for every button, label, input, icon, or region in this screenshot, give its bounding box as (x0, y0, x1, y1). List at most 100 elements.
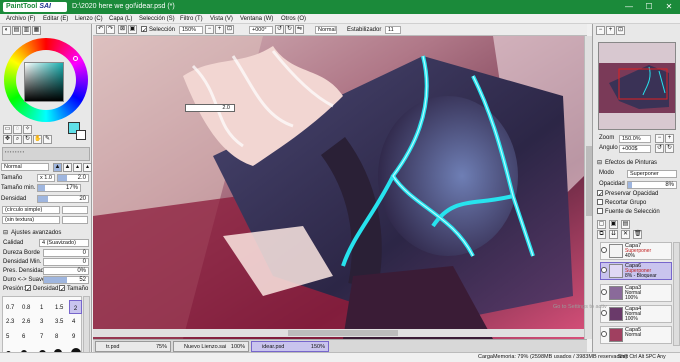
maximize-button[interactable]: ☐ (640, 0, 658, 14)
eye-icon[interactable] (601, 267, 607, 273)
tamano-slider[interactable]: 2.0 (57, 174, 89, 182)
palette-tab[interactable]: ▦ (32, 26, 41, 35)
texture-strength-slider[interactable] (62, 216, 88, 224)
nav-zoom-out-icon[interactable]: − (655, 134, 664, 143)
navigator-preview[interactable] (598, 42, 676, 130)
new-vector-layer-icon[interactable]: ▣ (609, 220, 618, 229)
preserve-opacity-checkbox[interactable]: ✓ Preservar Opacidad (597, 190, 679, 199)
tab-idear[interactable]: idear.psd 150% (251, 341, 329, 352)
nav-rotate-right-icon[interactable]: ↻ (665, 144, 674, 153)
size-cell[interactable]: 0.7 (6, 305, 14, 311)
rgb-tab[interactable]: ▤ (12, 26, 21, 35)
size-cell[interactable]: 7 (40, 334, 43, 340)
vertical-scrollbar[interactable] (584, 36, 592, 339)
zoom-in-icon[interactable]: + (215, 25, 224, 34)
size-cell[interactable]: 8 (55, 334, 58, 340)
eye-icon[interactable] (601, 289, 607, 295)
navigator-fit-icon[interactable]: ⊡ (616, 26, 625, 35)
delete-layer-icon[interactable]: 🗑 (633, 230, 642, 239)
size-cell[interactable]: 2.3 (6, 319, 14, 325)
nav-zoom-in-icon[interactable]: + (665, 134, 674, 143)
magic-wand-icon[interactable]: ✧ (23, 125, 32, 134)
zoom-out-icon[interactable]: − (205, 25, 214, 34)
eye-icon[interactable] (601, 247, 607, 253)
brush-tool-grid[interactable]: ▪ ▪ ▪ ▪ ▪ ▪ ▪ ▪ (2, 147, 90, 161)
brush-shape-flat-icon[interactable]: ▲ (53, 163, 62, 172)
menu-lienzo[interactable]: Lienzo (C) (75, 14, 103, 24)
hue-picker-handle[interactable] (73, 56, 78, 61)
layer-item-selected[interactable]: Capa6 Superponer 8% - Bloquear (600, 262, 672, 280)
menu-vista[interactable]: Vista (V) (210, 14, 233, 24)
invert-selection-icon[interactable]: ▣ (128, 25, 137, 34)
brush-shape-fine-icon[interactable]: ▴ (83, 163, 92, 172)
flip-icon[interactable]: ⇋ (295, 25, 304, 34)
menu-archivo[interactable]: Archivo (F) (6, 14, 35, 24)
select-rect-icon[interactable]: ▭ (3, 125, 12, 134)
lasso-icon[interactable]: ◌ (13, 125, 22, 134)
rotate-right-icon[interactable]: ↻ (285, 25, 294, 34)
layer-list-scrollbar[interactable] (673, 242, 680, 346)
move-icon[interactable]: ✥ (3, 135, 12, 144)
layer-item[interactable]: Capa5 Normal (600, 326, 672, 344)
size-cell[interactable]: 6 (22, 334, 25, 340)
effects-header[interactable]: ⊟ Efectos de Pinturas (597, 159, 679, 168)
brush-shape-round-icon[interactable]: ▲ (63, 163, 72, 172)
color-wheel-tab[interactable]: ◐ (2, 26, 11, 35)
presion-densidad-checkbox[interactable]: ✓ Densidad (25, 285, 58, 294)
size-grid-scrollbar[interactable] (83, 296, 90, 360)
size-cell[interactable]: 3.5 (55, 319, 63, 325)
layer-item[interactable]: Capa4 Normal 100% (600, 305, 672, 323)
horizontal-scrollbar[interactable] (93, 329, 584, 337)
zoom-icon[interactable]: ⌕ (13, 135, 22, 144)
rotate-left-icon[interactable]: ↺ (275, 25, 284, 34)
new-folder-icon[interactable]: ▤ (621, 220, 630, 229)
size-cell[interactable]: 4 (72, 319, 75, 325)
presion-tamano-checkbox[interactable]: ✓ Tamaño (59, 285, 88, 294)
selection-toggle[interactable]: ✓ Selección (141, 26, 175, 34)
eyedropper-icon[interactable]: ✎ (43, 135, 52, 144)
rotation-select[interactable]: +000° (249, 26, 273, 34)
navigator-zoom-field[interactable]: 150.0% (619, 135, 651, 143)
clear-layer-icon[interactable]: ✕ (621, 230, 630, 239)
drawing-canvas[interactable]: 2.0 (93, 36, 584, 339)
view-mode-select[interactable]: Normal (315, 26, 337, 34)
size-cell[interactable]: 1.5 (55, 305, 63, 311)
merge-layer-icon[interactable]: ⇊ (609, 230, 618, 239)
menu-filtro[interactable]: Filtro (T) (180, 14, 203, 24)
zoom-reset-icon[interactable]: ⊡ (225, 25, 234, 34)
stabilizer-select[interactable]: 11 (385, 26, 401, 34)
navigator-angle-field[interactable]: +000$ (619, 145, 651, 153)
nav-rotate-left-icon[interactable]: ↺ (655, 144, 664, 153)
menu-ventana[interactable]: Ventana (W) (240, 14, 273, 24)
size-cell[interactable]: 9 (72, 334, 75, 340)
menu-capa[interactable]: Capa (L) (109, 14, 132, 24)
calidad-select[interactable]: 4 (Suavizado) (39, 239, 89, 247)
layer-mode-select[interactable]: Superponer (627, 170, 677, 178)
shape-strength-slider[interactable] (62, 206, 88, 214)
eye-icon[interactable] (601, 310, 607, 316)
copy-layer-icon[interactable]: ⧉ (597, 230, 606, 239)
navigator-zoom-in-icon[interactable]: + (606, 26, 615, 35)
size-cell[interactable]: 3 (40, 319, 43, 325)
horizontal-scroll-thumb[interactable] (288, 330, 398, 336)
size-cell[interactable]: 5 (6, 334, 9, 340)
eye-icon[interactable] (601, 331, 607, 337)
densidad-min-slider[interactable]: 0 (43, 258, 89, 266)
brush-shape-select[interactable]: (círculo simple) (2, 206, 60, 214)
hsv-tab[interactable]: ▥ (22, 26, 31, 35)
tamano-min-slider[interactable]: 17% (37, 184, 81, 192)
secondary-color-swatch[interactable] (76, 130, 86, 140)
texture-select[interactable]: (sin textura) (2, 216, 60, 224)
clip-group-checkbox[interactable]: Recortar Grupo (597, 199, 679, 208)
advanced-settings-toggle[interactable]: ⊟ Ajustes avanzados (1, 229, 91, 238)
size-cell-selected[interactable]: 2 (69, 300, 82, 314)
dureza-slider[interactable]: 0 (43, 249, 89, 257)
brush-size-grid[interactable]: 0.7 0.8 1 1.5 2 2.3 2.6 3 3.5 4 5 6 7 8 … (2, 296, 82, 360)
rotate-icon[interactable]: ↻ (23, 135, 32, 144)
blend-mode-select[interactable]: Normal (1, 163, 49, 171)
undo-icon[interactable]: ↶ (96, 25, 105, 34)
size-cell[interactable]: 1 (40, 305, 43, 311)
tab-nuevo-lienzo[interactable]: Nuevo Lienzo.sai 100% (173, 341, 249, 352)
tamano-multiplier[interactable]: x 1.0 (37, 174, 55, 182)
deselect-icon[interactable]: ⊠ (118, 25, 127, 34)
